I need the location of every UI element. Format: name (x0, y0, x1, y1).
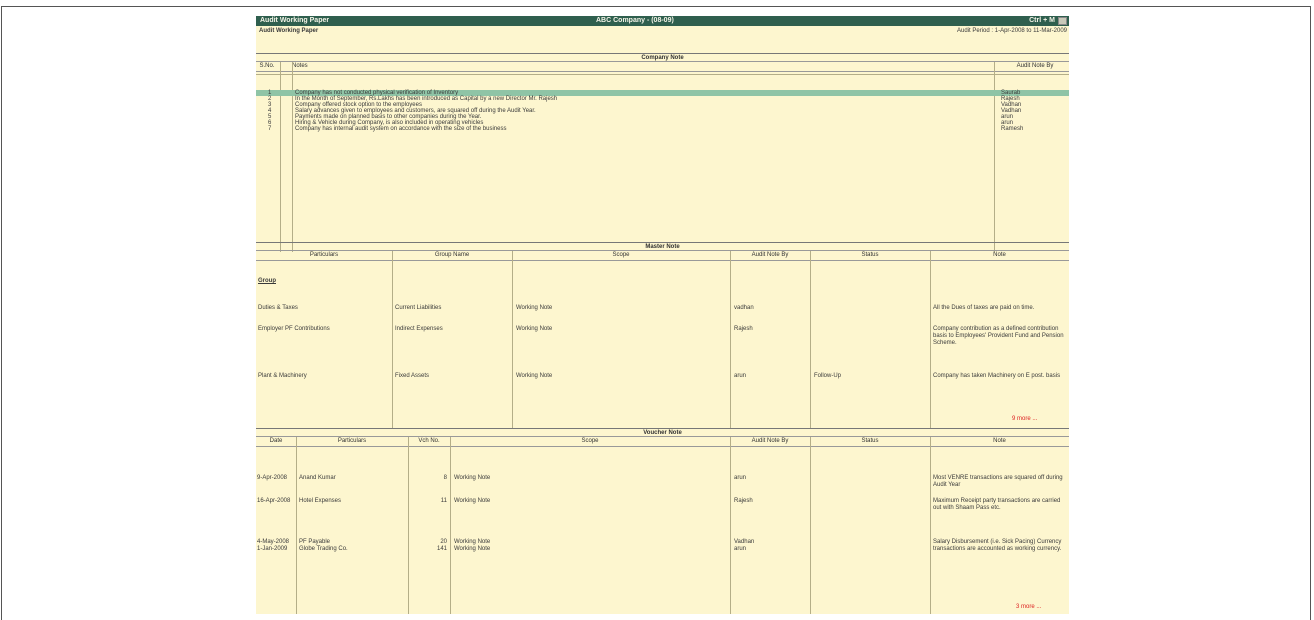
col-note: Note (993, 252, 1006, 258)
sub-header: Audit Working Paper Audit Period : 1-Apr… (256, 27, 1069, 36)
voucher-note-date: 4-May-2008 (257, 539, 290, 545)
voucher-note-vchno: 8 (443, 475, 447, 481)
col-particulars: Particulars (337, 438, 367, 444)
audit-window: Audit Working Paper ABC Company - (08-09… (256, 16, 1069, 614)
voucher-note-particulars[interactable]: PF Payable (299, 539, 330, 545)
voucher-note-scope: Working Note (454, 546, 491, 552)
voucher-note-vchno: 11 (440, 498, 447, 504)
voucher-note-note: Most VENRE transactions are squared off … (933, 475, 1063, 488)
voucher-note-by: Rajesh (734, 498, 753, 504)
col-sno: S.No. (259, 63, 275, 69)
voucher-note-date: 9-Apr-2008 (257, 475, 288, 481)
app-title: Audit Working Paper (260, 17, 330, 24)
col-particulars: Particulars (309, 252, 339, 258)
master-note-scope: Working Note (516, 305, 553, 311)
master-note-note: Company contribution as a defined contri… (933, 326, 1064, 346)
voucher-note-vchno: 141 (436, 546, 447, 552)
voucher-note-columns: Date Particulars Vch No. Scope Audit Not… (256, 437, 1069, 447)
master-note-group: Fixed Assets (395, 373, 430, 379)
col-status: Status (861, 252, 879, 258)
report-name: Audit Working Paper (259, 28, 319, 34)
voucher-note-by: Vadhan (734, 539, 755, 545)
master-note-columns: Particulars Group Name Scope Audit Note … (256, 251, 1069, 261)
voucher-note-scope: Working Note (454, 475, 491, 481)
voucher-note-particulars[interactable]: Anand Kumar (299, 475, 336, 481)
col-vch-no: Vch No. (418, 438, 440, 444)
master-note-by: vadhan (734, 305, 754, 311)
company-note-sno: 7 (268, 126, 272, 132)
col-date: Date (269, 438, 283, 444)
col-group-name: Group Name (434, 252, 470, 258)
col-scope: Scope (612, 252, 630, 258)
title-bar: Audit Working Paper ABC Company - (08-09… (256, 16, 1069, 26)
voucher-note-vchno: 20 (440, 539, 447, 545)
group-heading: Group (258, 278, 276, 284)
master-note-particulars[interactable]: Plant & Machinery (258, 373, 307, 379)
master-note-header: Master Note (256, 242, 1069, 251)
col-audit-note-by: Audit Note By (1016, 63, 1054, 69)
company-note-header: Company Note (256, 53, 1069, 62)
master-note-group: Indirect Expenses (395, 326, 443, 332)
voucher-note-more-link[interactable]: 3 more ... (1016, 604, 1041, 610)
col-notes: Notes (292, 63, 308, 69)
col-audit-note-by: Audit Note By (751, 438, 789, 444)
company-note-columns: S.No. Notes Audit Note By (256, 62, 1069, 72)
voucher-note-by: arun (734, 546, 747, 552)
master-note-particulars[interactable]: Duties & Taxes (258, 305, 298, 311)
voucher-note-note: Maximum Receipt party transactions are c… (933, 498, 1061, 511)
audit-period: Audit Period : 1-Apr-2008 to 11-Mar-2009 (957, 28, 1067, 34)
voucher-note-particulars[interactable]: Hotel Expenses (299, 498, 341, 504)
master-note-note: Company has taken Machinery on E post. b… (933, 373, 1061, 379)
master-note-scope: Working Note (516, 373, 553, 379)
col-status: Status (861, 438, 879, 444)
master-note-group: Current Liabilities (395, 305, 442, 311)
voucher-note-by: arun (734, 475, 747, 481)
close-icon[interactable] (1058, 17, 1067, 25)
voucher-note-header: Voucher Note (256, 428, 1069, 437)
voucher-note-scope: Working Note (454, 539, 491, 545)
master-note-status: Follow-Up (814, 373, 842, 379)
company-title: ABC Company - (08-09) (596, 17, 674, 24)
col-note: Note (993, 438, 1006, 444)
master-note-by: arun (734, 373, 747, 379)
master-note-more-link[interactable]: 9 more ... (1012, 416, 1037, 422)
voucher-note-scope: Working Note (454, 498, 491, 504)
voucher-note-particulars[interactable]: Globe Trading Co. (299, 546, 348, 552)
voucher-note-date: 16-Apr-2008 (257, 498, 291, 504)
shortcut-label: Ctrl + M (1029, 17, 1055, 24)
col-scope: Scope (581, 438, 599, 444)
company-note-text[interactable]: Company has internal audit system on acc… (295, 126, 506, 132)
master-note-by: Rajesh (734, 326, 753, 332)
company-note-by: Ramesh (1001, 126, 1024, 132)
voucher-note-note: Salary Disbursement (i.e. Sick Pacing) C… (933, 539, 1062, 552)
col-audit-note-by: Audit Note By (751, 252, 789, 258)
voucher-note-date: 1-Jan-2009 (257, 546, 288, 552)
master-note-scope: Working Note (516, 326, 553, 332)
master-note-note: All the Dues of taxes are paid on time. (933, 305, 1035, 311)
master-note-particulars[interactable]: Employer PF Contributions (258, 326, 330, 332)
